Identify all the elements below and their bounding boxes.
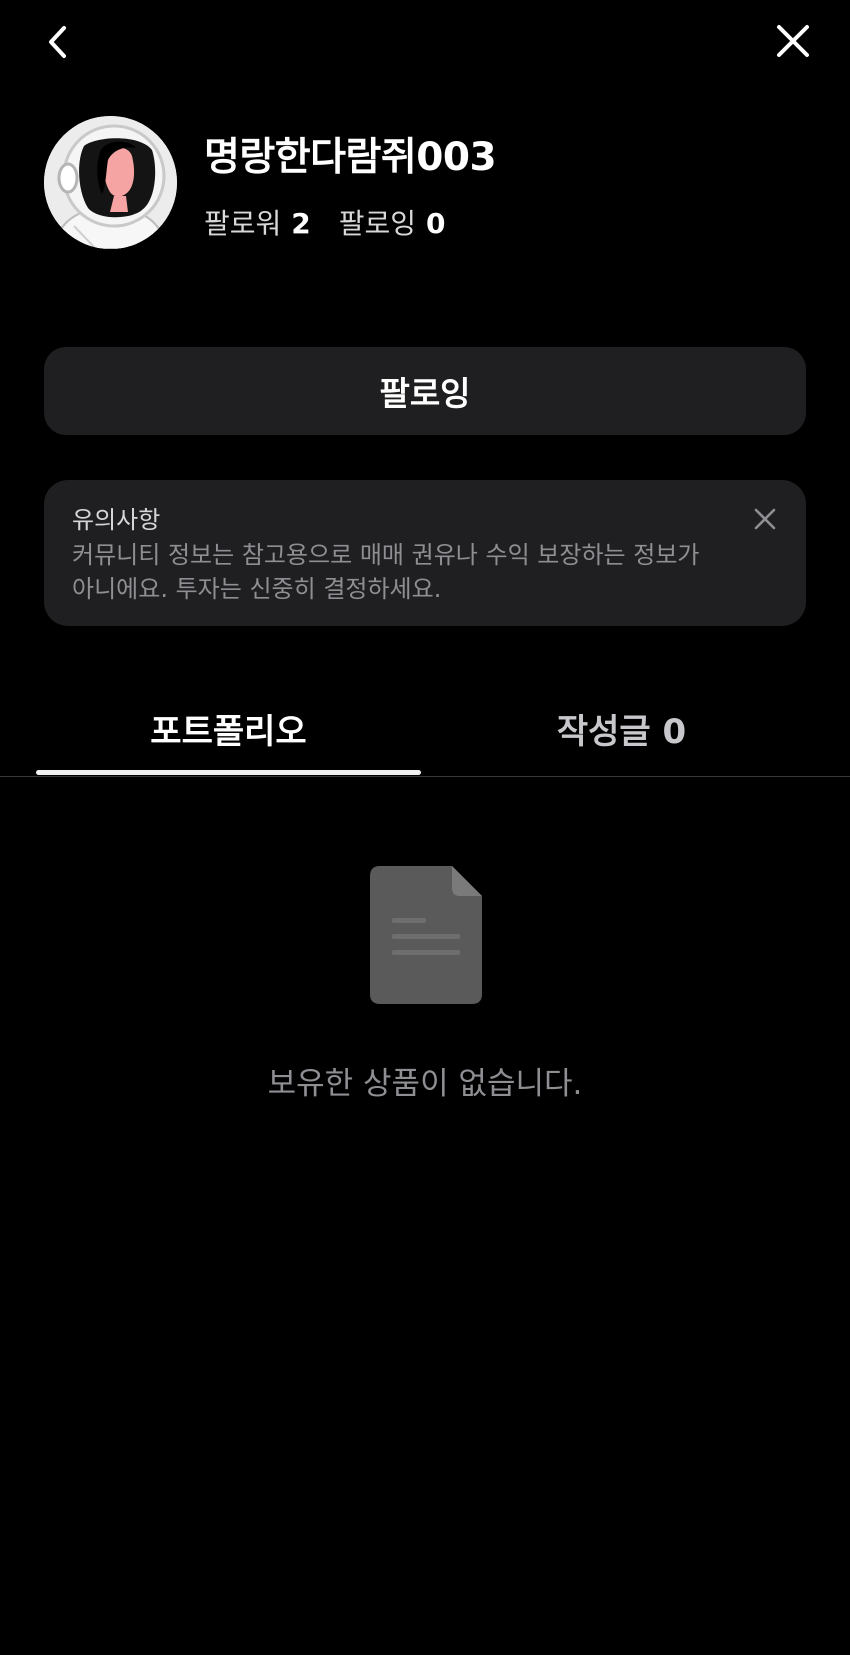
followers-stat[interactable]: 팔로워 2 [204,202,311,242]
close-icon [754,508,776,530]
tab-bar: 포트폴리오 작성글 0 [0,680,850,777]
notice-body: 커뮤니티 정보는 참고용으로 매매 권유나 수익 보장하는 정보가 아니에요. … [72,541,700,603]
following-stat[interactable]: 팔로잉 0 [339,202,446,242]
close-icon [777,25,809,57]
close-button[interactable] [770,18,816,64]
nickname: 명랑한다람쥐003 [204,135,497,180]
profile-header: 명랑한다람쥐003 팔로워 2 팔로잉 0 [44,116,804,250]
notice-close-button[interactable] [748,502,782,536]
following-button[interactable]: 팔로잉 [44,347,806,435]
top-bar [0,0,850,90]
follow-stats: 팔로워 2 팔로잉 0 [204,202,446,242]
back-button[interactable] [38,20,78,64]
followers-label: 팔로워 [204,207,282,240]
empty-message: 보유한 상품이 없습니다. [267,1066,583,1102]
chevron-left-icon [49,26,66,58]
empty-state: 보유한 상품이 없습니다. [0,860,850,1110]
following-count: 0 [426,207,446,240]
followers-count: 2 [291,207,311,240]
tab-posts[interactable]: 작성글 0 [429,680,814,776]
document-icon [370,866,482,1004]
notice-card: 유의사항 커뮤니티 정보는 참고용으로 매매 권유나 수익 보장하는 정보가 아… [44,480,806,626]
tab-portfolio[interactable]: 포트폴리오 [36,680,421,776]
active-tab-indicator [36,770,421,775]
astronaut-avatar-icon [44,116,177,249]
following-label: 팔로잉 [338,207,417,240]
notice-title: 유의사항 [72,506,161,534]
avatar[interactable] [44,116,177,249]
